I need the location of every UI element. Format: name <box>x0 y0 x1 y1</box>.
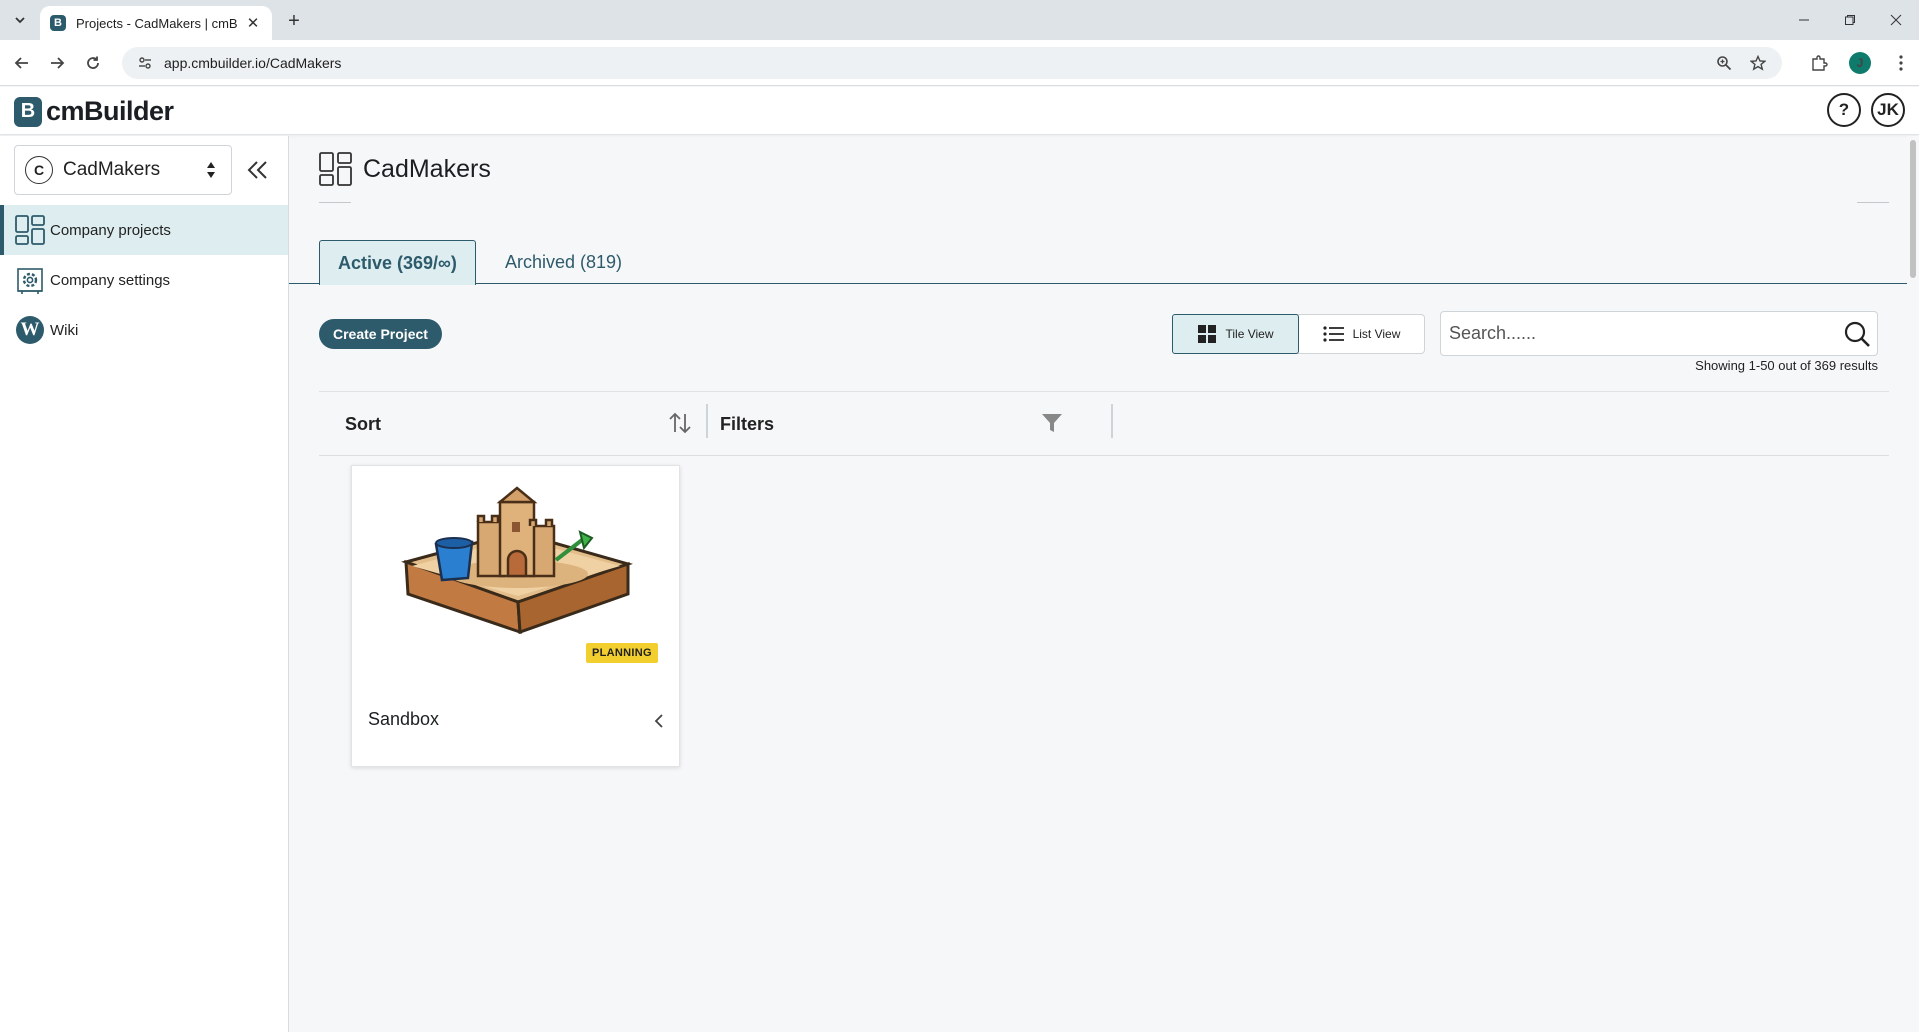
sidebar-item-wiki[interactable]: W Wiki <box>0 305 288 355</box>
scrollbar[interactable] <box>1907 136 1919 1032</box>
filter-funnel-icon[interactable] <box>1041 412 1063 434</box>
page-header: CadMakers <box>319 152 491 186</box>
sidebar: C CadMakers Company projects Company set… <box>0 136 289 1032</box>
favicon-icon: B <box>50 15 66 31</box>
settings-gear-icon <box>14 264 46 296</box>
logo-text: cmBuilder <box>46 96 174 126</box>
sort-label[interactable]: Sort <box>345 414 381 435</box>
tab-archived[interactable]: Archived (819) <box>487 240 640 284</box>
close-tab-icon[interactable]: ✕ <box>244 14 262 32</box>
sidebar-item-label: Wiki <box>50 321 79 339</box>
profile-avatar[interactable]: J <box>1849 52 1871 74</box>
chevron-left-icon[interactable] <box>651 712 667 730</box>
app-header: B cmBuilder ? JK <box>0 87 1919 135</box>
search-icon[interactable] <box>1837 314 1877 354</box>
search-input[interactable] <box>1449 323 1837 344</box>
divider <box>1857 202 1889 203</box>
browser-tab[interactable]: B Projects - CadMakers | cmBuilder ✕ <box>40 6 272 40</box>
url-text: app.cmbuilder.io/CadMakers <box>164 55 342 71</box>
status-badge: PLANNING <box>586 643 658 663</box>
tab-search-chevron-icon[interactable] <box>8 8 32 32</box>
browser-toolbar: app.cmbuilder.io/CadMakers J <box>0 40 1919 86</box>
sort-filter-bar: Sort Filters <box>319 391 1889 456</box>
sidebar-item-company-projects[interactable]: Company projects <box>0 205 288 255</box>
extensions-puzzle-icon[interactable] <box>1807 51 1831 75</box>
sidebar-item-company-settings[interactable]: Company settings <box>0 255 288 305</box>
wiki-icon: W <box>14 314 46 346</box>
company-name: CadMakers <box>63 159 161 180</box>
help-button[interactable]: ? <box>1827 93 1861 127</box>
sort-arrows-icon[interactable] <box>667 410 693 436</box>
project-card[interactable]: PLANNING Sandbox <box>351 465 680 767</box>
divider <box>706 404 708 438</box>
scroll-thumb[interactable] <box>1910 140 1916 278</box>
company-selector[interactable]: C CadMakers <box>14 145 232 195</box>
bookmark-star-icon[interactable] <box>1748 53 1768 73</box>
address-bar[interactable]: app.cmbuilder.io/CadMakers <box>122 47 1782 79</box>
cmbuilder-logo[interactable]: B cmBuilder <box>14 96 174 127</box>
create-project-button[interactable]: Create Project <box>319 319 442 349</box>
logo-mark-icon: B <box>14 96 42 127</box>
select-arrows-icon <box>201 155 221 185</box>
tile-view-button[interactable]: Tile View <box>1172 314 1299 354</box>
projects-grid-icon <box>14 214 46 246</box>
sandbox-castle-image <box>401 486 633 635</box>
reload-icon[interactable] <box>81 51 105 75</box>
projects-grid-icon <box>319 152 352 186</box>
browser-menu-icon[interactable] <box>1889 51 1913 75</box>
page-title: CadMakers <box>363 154 491 183</box>
search-box <box>1440 311 1878 356</box>
list-icon <box>1322 326 1344 342</box>
new-tab-button[interactable]: + <box>282 9 306 33</box>
main-content: CadMakers Active (369/∞) Archived (819) … <box>289 136 1919 1032</box>
project-tabs: Active (369/∞) Archived (819) <box>289 240 1919 285</box>
tile-view-label: Tile View <box>1225 327 1274 341</box>
sidebar-item-label: Company projects <box>50 221 171 239</box>
zoom-icon[interactable] <box>1714 53 1734 73</box>
divider <box>1111 404 1113 438</box>
project-name[interactable]: Sandbox <box>368 709 439 730</box>
restore-icon[interactable] <box>1827 0 1873 40</box>
minimize-icon[interactable] <box>1781 0 1827 40</box>
window-controls <box>1781 0 1919 40</box>
company-avatar: C <box>25 156 53 184</box>
close-window-icon[interactable] <box>1873 0 1919 40</box>
back-arrow-icon[interactable] <box>10 51 34 75</box>
tile-grid-icon <box>1198 325 1217 343</box>
sidebar-nav: Company projects Company settings W Wiki <box>0 205 288 355</box>
filters-label[interactable]: Filters <box>720 414 774 435</box>
collapse-sidebar-icon[interactable] <box>244 156 272 184</box>
list-view-label: List View <box>1352 327 1401 341</box>
results-count: Showing 1-50 out of 369 results <box>1695 358 1878 373</box>
list-view-button[interactable]: List View <box>1299 315 1424 353</box>
user-avatar-button[interactable]: JK <box>1871 93 1905 127</box>
view-toggle: Tile View List View <box>1172 314 1425 354</box>
browser-tab-bar: B Projects - CadMakers | cmBuilder ✕ + <box>0 0 1919 40</box>
tab-title: Projects - CadMakers | cmBuilder <box>76 15 238 31</box>
forward-arrow-icon[interactable] <box>45 51 69 75</box>
divider <box>319 202 351 203</box>
site-info-icon[interactable] <box>136 54 154 72</box>
tab-active[interactable]: Active (369/∞) <box>319 240 476 285</box>
sidebar-item-label: Company settings <box>50 271 171 289</box>
